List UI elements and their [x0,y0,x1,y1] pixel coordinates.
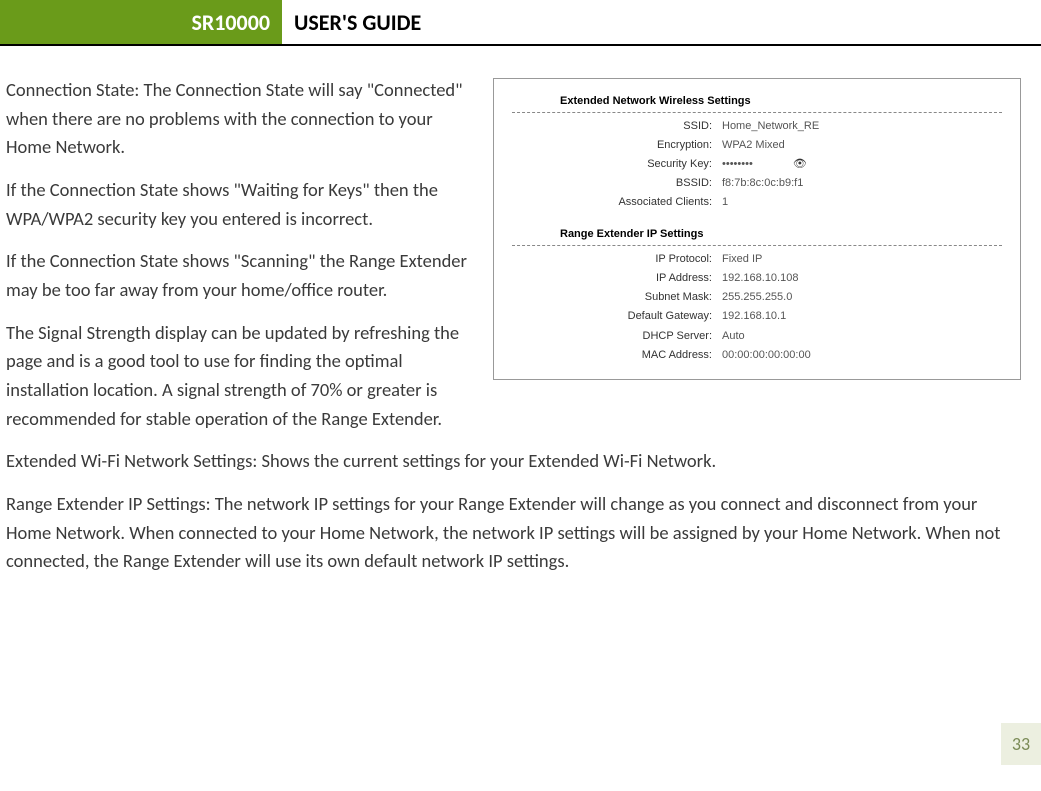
header-model-box: SR10000 [0,0,282,44]
page-content: Extended Network Wireless Settings SSID:… [0,46,1041,600]
para-extended-wifi: Extended Wi-Fi Network Settings: Shows t… [6,447,1021,476]
fig-value-key: •••••••• [722,156,753,173]
fig-value-bssid: f8:7b:8c:0c:b9:f1 [722,175,803,192]
fig-label-bssid: BSSID: [512,175,722,192]
fig-value-clients: 1 [722,194,728,211]
fig-section1-title: Extended Network Wireless Settings [512,93,1002,113]
para-ip-settings: Range Extender IP Settings: The network … [6,490,1021,576]
fig-row-ip: IP Address: 192.168.10.108 [512,269,1002,288]
fig-row-encryption: Encryption: WPA2 Mixed [512,136,1002,155]
header-title: USER'S GUIDE [282,0,421,44]
fig-row-mac: MAC Address: 00:00:00:00:00:00 [512,346,1002,365]
fig-value-proto: Fixed IP [722,251,762,268]
fig-value-ip: 192.168.10.108 [722,270,798,287]
fig-value-gw: 192.168.10.1 [722,308,786,325]
fig-label-gw: Default Gateway: [512,308,722,325]
fig-value-dhcp: Auto [722,328,745,345]
fig-row-mask: Subnet Mask: 255.255.255.0 [512,288,1002,307]
eye-icon: 👁 [793,156,807,173]
fig-section2-title: Range Extender IP Settings [512,226,1002,246]
fig-label-key: Security Key: [512,156,722,173]
fig-label-ssid: SSID: [512,118,722,135]
fig-value-ssid: Home_Network_RE [722,118,819,135]
fig-row-bssid: BSSID: f8:7b:8c:0c:b9:f1 [512,174,1002,193]
fig-label-encryption: Encryption: [512,137,722,154]
fig-row-ssid: SSID: Home_Network_RE [512,117,1002,136]
fig-label-mask: Subnet Mask: [512,289,722,306]
fig-row-key: Security Key: •••••••• 👁 [512,155,1002,174]
fig-label-ip: IP Address: [512,270,722,287]
fig-label-mac: MAC Address: [512,347,722,364]
header-model: SR10000 [191,9,270,36]
fig-row-clients: Associated Clients: 1 [512,193,1002,212]
fig-value-encryption: WPA2 Mixed [722,137,785,154]
fig-label-proto: IP Protocol: [512,251,722,268]
fig-row-gw: Default Gateway: 192.168.10.1 [512,307,1002,326]
fig-label-dhcp: DHCP Server: [512,328,722,345]
page-header: SR10000 USER'S GUIDE [0,0,1041,46]
fig-row-dhcp: DHCP Server: Auto [512,327,1002,346]
fig-value-mask: 255.255.255.0 [722,289,792,306]
fig-row-proto: IP Protocol: Fixed IP [512,250,1002,269]
page-number: 33 [1001,723,1041,765]
fig-label-clients: Associated Clients: [512,194,722,211]
settings-screenshot: Extended Network Wireless Settings SSID:… [493,78,1021,380]
fig-value-mac: 00:00:00:00:00:00 [722,347,811,364]
